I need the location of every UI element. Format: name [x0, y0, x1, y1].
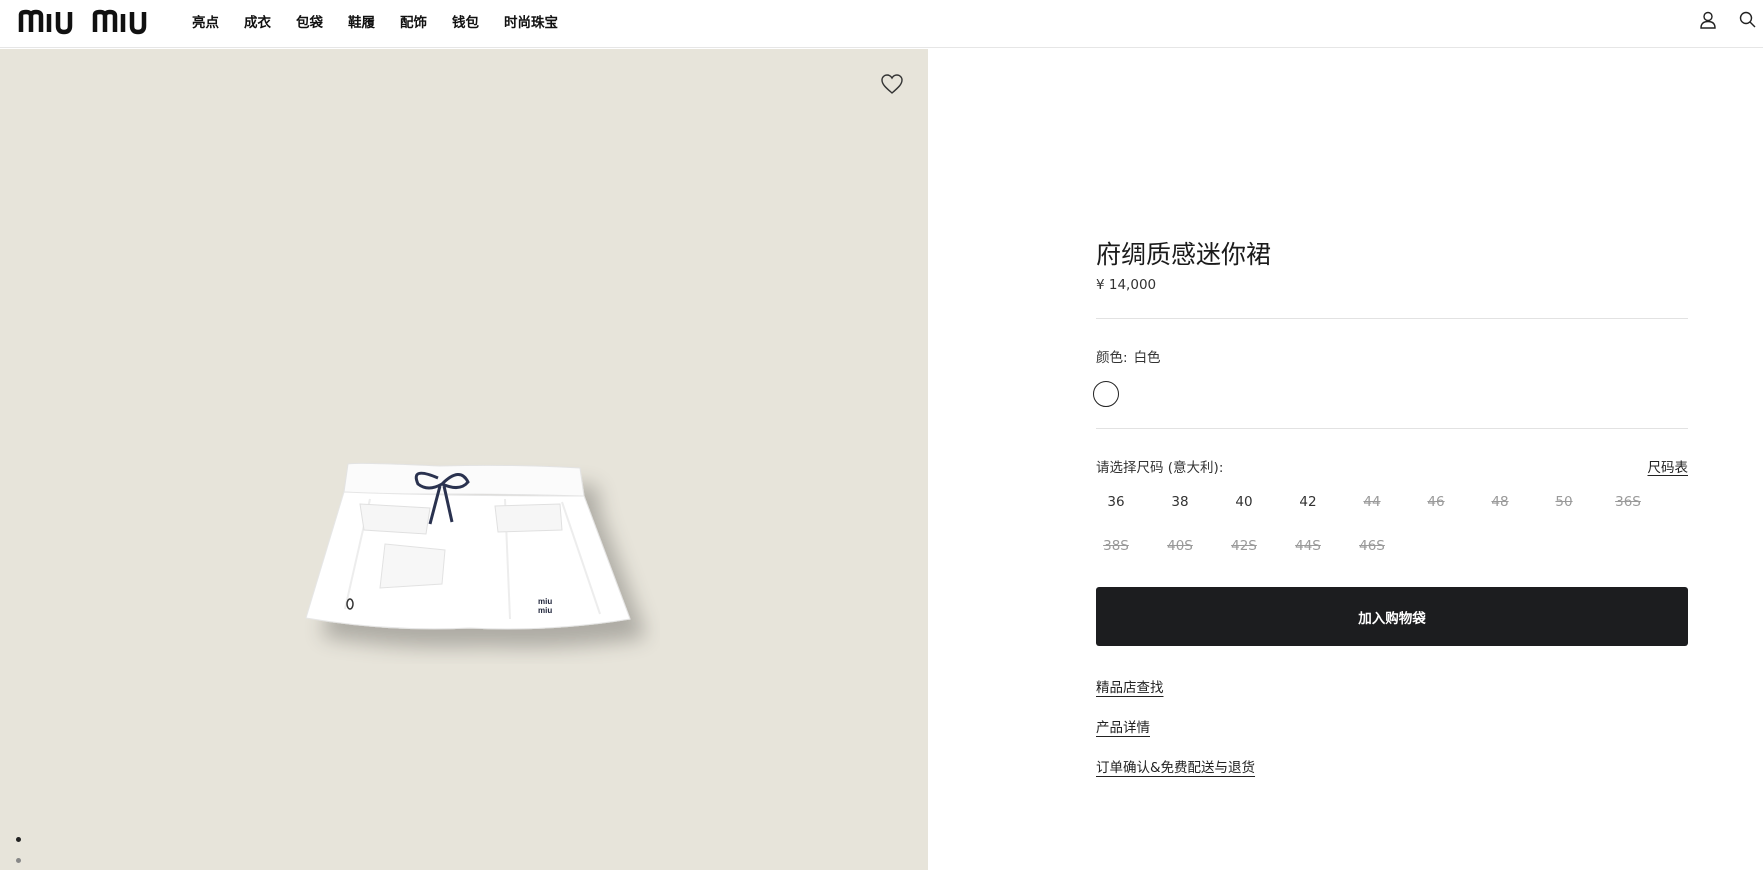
size-option-48[interactable]: 48: [1480, 490, 1520, 514]
heart-icon[interactable]: [880, 73, 904, 95]
search-icon[interactable]: [1738, 10, 1758, 30]
color-label: 颜色:: [1096, 350, 1128, 366]
product-details-link[interactable]: 产品详情: [1096, 716, 1150, 736]
size-option-46[interactable]: 46: [1416, 490, 1456, 514]
nav-item-accessories[interactable]: 配饰: [400, 11, 427, 31]
size-option-46s[interactable]: 46S: [1352, 534, 1392, 558]
color-swatch-white[interactable]: [1093, 381, 1119, 407]
nav-item-fashion-jewelry[interactable]: 时尚珠宝: [504, 11, 558, 31]
carousel-dot[interactable]: [16, 837, 21, 842]
product-image-mini-skirt[interactable]: miu miu: [300, 404, 660, 664]
size-option-38[interactable]: 38: [1160, 490, 1200, 514]
store-locator-link[interactable]: 精品店查找: [1096, 676, 1164, 696]
add-to-bag-button[interactable]: 加入购物袋: [1096, 587, 1688, 646]
size-option-42[interactable]: 42: [1288, 490, 1328, 514]
size-option-38s[interactable]: 38S: [1096, 534, 1136, 558]
divider: [1096, 318, 1688, 319]
size-chart-link[interactable]: 尺码表: [1648, 456, 1689, 476]
nav-item-shoes[interactable]: 鞋履: [348, 11, 375, 31]
size-option-50[interactable]: 50: [1544, 490, 1584, 514]
svg-text:miu: miu: [538, 606, 552, 615]
main-nav: 亮点 成衣 包袋 鞋履 配饰 钱包 时尚珠宝: [192, 0, 583, 42]
nav-item-ready-to-wear[interactable]: 成衣: [244, 11, 271, 31]
carousel-dot[interactable]: [16, 858, 21, 863]
size-label: 请选择尺码 (意大利):: [1096, 460, 1224, 476]
product-title: 府绸质感迷你裙: [1096, 240, 1272, 269]
product-image-panel: miu miu: [0, 49, 928, 870]
miu-miu-logo[interactable]: [18, 6, 166, 36]
shipping-returns-link[interactable]: 订单确认&免费配送与退货: [1096, 756, 1255, 776]
size-option-36s[interactable]: 36S: [1608, 490, 1648, 514]
site-header: 亮点 成衣 包袋 鞋履 配饰 钱包 时尚珠宝: [0, 0, 1763, 48]
account-icon[interactable]: [1698, 10, 1718, 30]
divider: [1096, 428, 1688, 429]
product-price: ¥ 14,000: [1096, 277, 1157, 293]
size-option-36[interactable]: 36: [1096, 490, 1136, 514]
size-option-40[interactable]: 40: [1224, 490, 1264, 514]
nav-item-wallets[interactable]: 钱包: [452, 11, 479, 31]
nav-item-bags[interactable]: 包袋: [296, 11, 323, 31]
size-option-44s[interactable]: 44S: [1288, 534, 1328, 558]
size-option-42s[interactable]: 42S: [1224, 534, 1264, 558]
nav-item-highlights[interactable]: 亮点: [192, 11, 219, 31]
color-value: 白色: [1133, 350, 1161, 366]
carousel-dots: [16, 837, 21, 870]
svg-text:miu: miu: [538, 597, 552, 606]
size-option-44[interactable]: 44: [1352, 490, 1392, 514]
color-label-row: 颜色: 白色: [1096, 346, 1161, 366]
size-option-40s[interactable]: 40S: [1160, 534, 1200, 558]
